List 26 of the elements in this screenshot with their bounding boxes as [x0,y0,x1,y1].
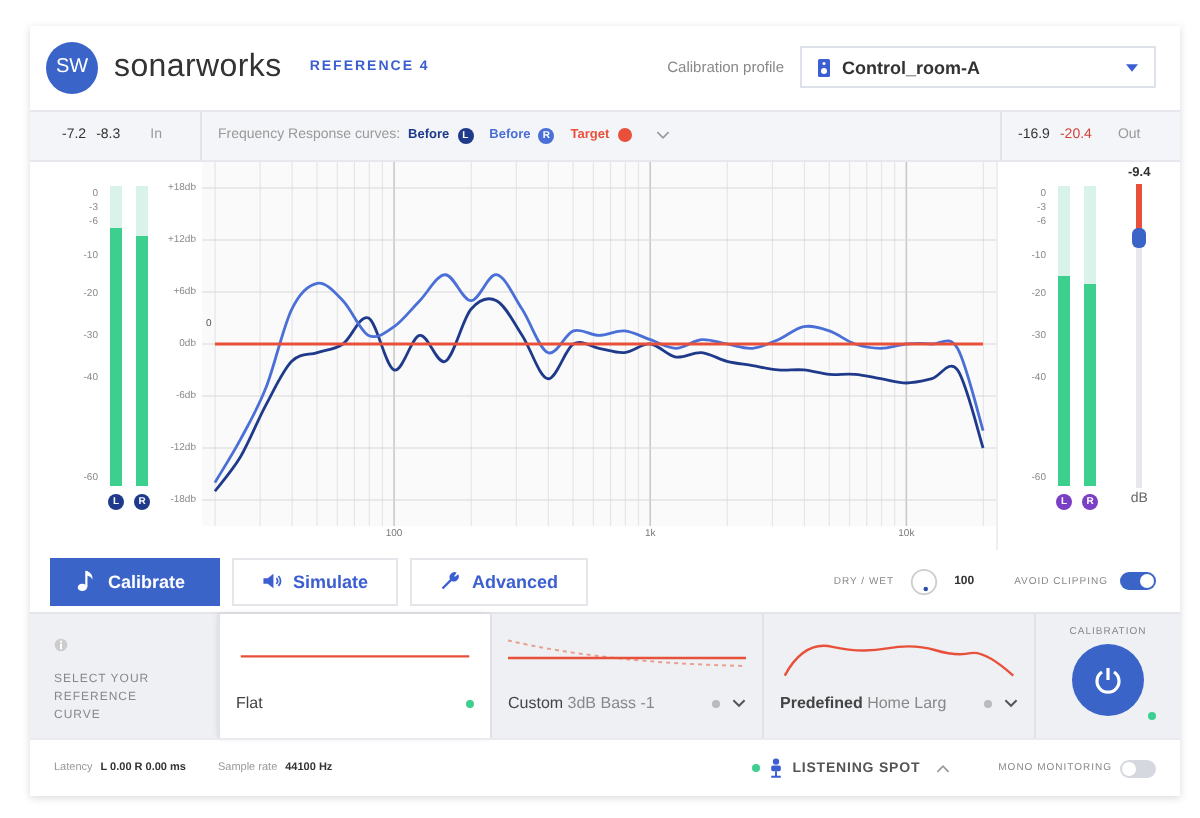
curve-name: Custom 3dB Bass -1 [508,694,655,713]
mono-monitoring-toggle[interactable] [1120,759,1156,778]
reference-curve-card[interactable]: Flat [218,614,490,739]
speaker-icon [818,57,830,78]
power-icon [1092,664,1124,697]
chair-icon [768,758,785,779]
curve-name: Predefined Home Larg [780,694,947,713]
caret-icon [1126,63,1138,72]
chevron-icon[interactable] [1004,698,1018,709]
mode-tab[interactable]: Advanced [410,557,589,606]
curve-name: Flat [236,694,263,713]
wrench-icon [440,570,461,593]
chevron-icon[interactable] [936,763,951,774]
status-dot [1148,712,1156,721]
speaker-icon [261,570,282,593]
brand-name: sonarworks [114,49,282,86]
avoid-clipping-toggle[interactable] [1120,572,1156,591]
chevron-icon[interactable] [732,698,746,709]
music-note-icon [76,570,96,593]
power-button[interactable] [1072,644,1144,717]
info-icon [54,638,68,653]
mode-tab[interactable]: Calibrate [50,557,220,606]
profile-dropdown[interactable]: Control_room-A [800,46,1156,89]
mode-tab[interactable]: Simulate [231,557,399,606]
logo-icon: SW [46,41,98,94]
slider-thumb[interactable] [1132,228,1147,249]
